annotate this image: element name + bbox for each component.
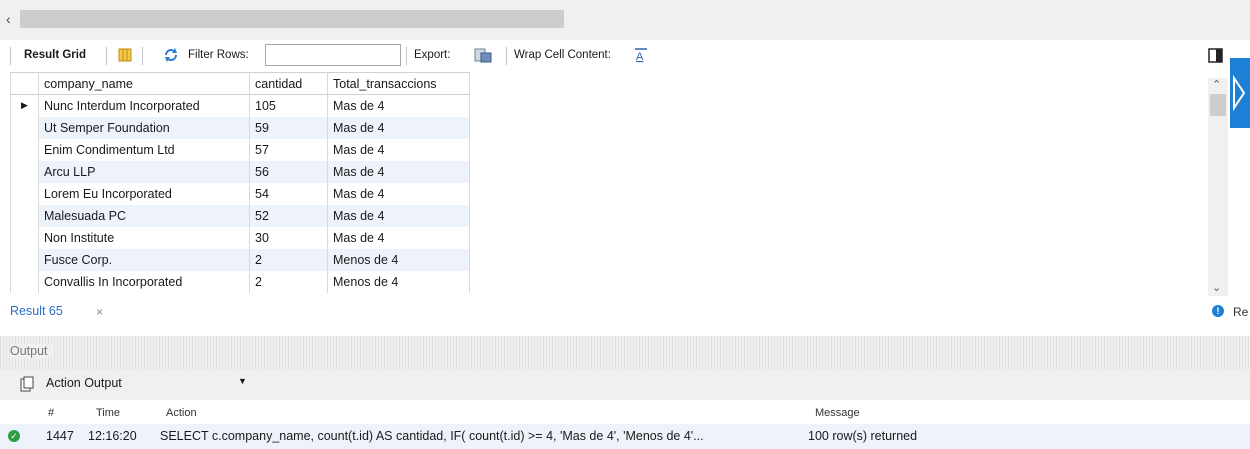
info-icon: ! [1212, 305, 1224, 317]
action-log-row[interactable]: ✓ 1447 12:16:20 SELECT c.company_name, c… [0, 424, 1250, 449]
toolbar-divider [10, 47, 11, 65]
dropdown-arrow-icon[interactable]: ▼ [238, 376, 247, 386]
column-header-cantidad[interactable]: cantidad [249, 72, 328, 95]
row-indicator-header [10, 72, 39, 95]
cell-company-name[interactable]: Enim Condimentum Ltd [38, 138, 250, 161]
filter-rows-input[interactable] [265, 44, 401, 66]
cell-total-transaccions[interactable]: Mas de 4 [327, 182, 470, 205]
cell-cantidad[interactable]: 57 [249, 138, 328, 161]
table-row[interactable]: Ut Semper Foundation 59 Mas de 4 [10, 116, 470, 139]
output-panel-header [0, 336, 1250, 370]
column-header-number: # [48, 407, 55, 419]
cell-company-name[interactable]: Fusce Corp. [38, 248, 250, 271]
scrollbar-thumb[interactable] [1210, 94, 1226, 116]
cell-company-name[interactable]: Non Institute [38, 226, 250, 249]
log-action: SELECT c.company_name, count(t.id) AS ca… [160, 429, 704, 443]
cell-cantidad[interactable]: 52 [249, 204, 328, 227]
cell-company-name[interactable]: Convallis In Incorporated [38, 270, 250, 293]
scroll-up-icon[interactable]: ⌃ [1212, 78, 1221, 91]
cell-total-transaccions[interactable]: Menos de 4 [327, 248, 470, 271]
row-indicator[interactable]: ▶ [10, 94, 39, 117]
scroll-left-icon[interactable]: ‹ [6, 11, 11, 27]
result-grid: company_name cantidad Total_transaccions… [0, 72, 1250, 302]
table-row[interactable]: Fusce Corp. 2 Menos de 4 [10, 248, 470, 271]
vertical-scrollbar[interactable]: ⌃ ⌄ [1208, 78, 1228, 296]
cell-company-name[interactable]: Ut Semper Foundation [38, 116, 250, 139]
cell-cantidad[interactable]: 54 [249, 182, 328, 205]
cell-cantidad[interactable]: 30 [249, 226, 328, 249]
log-number: 1447 [46, 429, 74, 443]
row-indicator[interactable] [10, 116, 39, 139]
row-indicator[interactable] [10, 226, 39, 249]
cell-total-transaccions[interactable]: Mas de 4 [327, 204, 470, 227]
horizontal-scrollbar[interactable]: ‹ [0, 0, 1250, 40]
row-indicator[interactable] [10, 182, 39, 205]
result-tab-strip [0, 302, 1250, 326]
success-check-icon: ✓ [8, 430, 20, 442]
read-only-label: Re [1233, 305, 1249, 319]
column-header-message: Message [815, 407, 860, 419]
table-header-row: company_name cantidad Total_transaccions [10, 72, 470, 95]
table-row[interactable]: Malesuada PC 52 Mas de 4 [10, 204, 470, 227]
cell-company-name[interactable]: Lorem Eu Incorporated [38, 182, 250, 205]
svg-text:A: A [636, 51, 644, 63]
table-row[interactable]: Convallis In Incorporated 2 Menos de 4 [10, 270, 470, 293]
tab-result[interactable]: Result 65 [10, 304, 63, 318]
cell-total-transaccions[interactable]: Mas de 4 [327, 160, 470, 183]
table-row[interactable]: Enim Condimentum Ltd 57 Mas de 4 [10, 138, 470, 161]
cell-cantidad[interactable]: 105 [249, 94, 328, 117]
cell-total-transaccions[interactable]: Mas de 4 [327, 116, 470, 139]
cell-cantidad[interactable]: 2 [249, 248, 328, 271]
table-row[interactable]: ▶ Nunc Interdum Incorporated 105 Mas de 4 [10, 94, 470, 117]
cell-cantidad[interactable]: 2 [249, 270, 328, 293]
cell-total-transaccions[interactable]: Mas de 4 [327, 94, 470, 117]
toolbar-divider [406, 47, 407, 65]
output-title: Output [10, 344, 54, 358]
cell-company-name[interactable]: Arcu LLP [38, 160, 250, 183]
result-table: company_name cantidad Total_transaccions… [10, 72, 470, 293]
row-indicator[interactable] [10, 204, 39, 227]
cell-total-transaccions[interactable]: Menos de 4 [327, 270, 470, 293]
output-type-select[interactable]: Action Output ▼ [46, 376, 247, 394]
toggle-side-panel-icon[interactable] [1208, 48, 1224, 64]
cell-total-transaccions[interactable]: Mas de 4 [327, 226, 470, 249]
copy-icon[interactable] [20, 376, 34, 392]
row-indicator[interactable] [10, 138, 39, 161]
toolbar-divider [506, 47, 507, 65]
scroll-down-icon[interactable]: ⌄ [1212, 281, 1221, 294]
toolbar-divider [142, 47, 143, 65]
column-header-company-name[interactable]: company_name [38, 72, 250, 95]
side-panel-tab[interactable] [1230, 58, 1250, 128]
wrap-cell-content-label: Wrap Cell Content: [514, 49, 611, 61]
close-tab-icon[interactable]: × [96, 305, 103, 319]
result-grid-button[interactable]: Result Grid [24, 49, 86, 61]
grid-layout-icon[interactable] [118, 48, 132, 62]
result-grid-toolbar: Result Grid Filter Rows: Export: Wrap Ce… [0, 40, 1250, 72]
cell-total-transaccions[interactable]: Mas de 4 [327, 138, 470, 161]
output-type-value: Action Output [46, 376, 122, 390]
scrollbar-thumb[interactable] [20, 10, 564, 28]
toolbar-divider [106, 47, 107, 65]
filter-rows-label: Filter Rows: [188, 49, 249, 61]
row-indicator[interactable] [10, 160, 39, 183]
column-header-action: Action [166, 407, 197, 419]
export-icon[interactable] [474, 47, 492, 63]
cell-company-name[interactable]: Malesuada PC [38, 204, 250, 227]
column-header-total-transaccions[interactable]: Total_transaccions [327, 72, 470, 95]
cell-company-name[interactable]: Nunc Interdum Incorporated [38, 94, 250, 117]
action-log-header: # Time Action Message [0, 402, 1250, 424]
row-indicator[interactable] [10, 248, 39, 271]
table-row[interactable]: Non Institute 30 Mas de 4 [10, 226, 470, 249]
cell-cantidad[interactable]: 56 [249, 160, 328, 183]
cell-cantidad[interactable]: 59 [249, 116, 328, 139]
row-indicator[interactable] [10, 270, 39, 293]
table-row[interactable]: Arcu LLP 56 Mas de 4 [10, 160, 470, 183]
wrap-text-icon[interactable]: A [634, 47, 648, 63]
log-time: 12:16:20 [88, 429, 137, 443]
refresh-filter-icon[interactable] [163, 47, 179, 63]
table-row[interactable]: Lorem Eu Incorporated 54 Mas de 4 [10, 182, 470, 205]
export-label: Export: [414, 49, 451, 61]
log-message: 100 row(s) returned [808, 429, 918, 443]
column-header-time: Time [96, 407, 121, 419]
